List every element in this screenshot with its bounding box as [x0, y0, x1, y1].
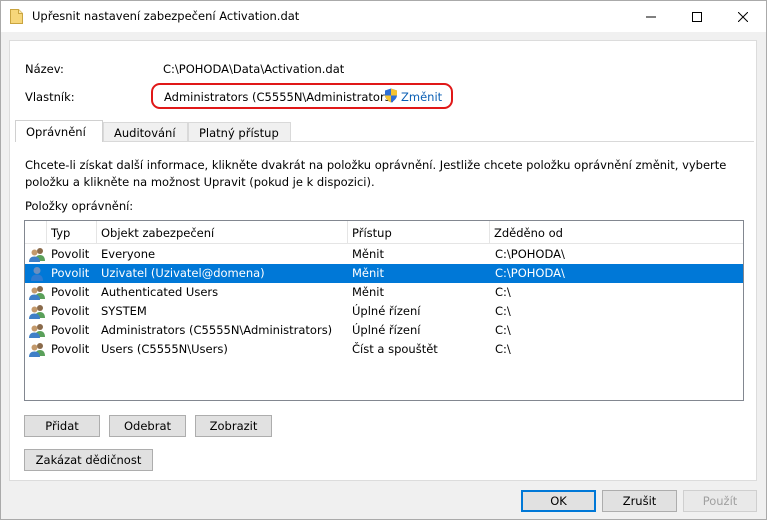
- cancel-button[interactable]: Zrušit: [602, 490, 677, 512]
- ok-button[interactable]: OK: [521, 490, 596, 512]
- tab-effective-access[interactable]: Platný přístup: [188, 122, 291, 142]
- row-inherited: C:\: [495, 304, 511, 318]
- row-type: Povolit: [51, 342, 90, 356]
- table-row[interactable]: Povolit Everyone Měnit C:\POHODA\: [25, 245, 743, 264]
- entries-label: Položky oprávnění:: [25, 199, 134, 213]
- group-icon: [29, 286, 45, 300]
- tab-permissions[interactable]: Oprávnění: [15, 120, 103, 142]
- close-icon: [738, 11, 748, 22]
- group-icon: [29, 305, 45, 319]
- tab-strip: Oprávnění Auditování Platný přístup: [15, 120, 291, 142]
- security-dialog: Upřesnit nastavení zabezpečení Activatio…: [0, 0, 767, 520]
- column-principal[interactable]: Objekt zabezpečení: [97, 221, 348, 244]
- row-type: Povolit: [51, 266, 90, 280]
- column-inherited[interactable]: Zděděno od: [490, 221, 743, 244]
- row-inherited: C:\: [495, 323, 511, 337]
- add-button[interactable]: Přidat: [24, 415, 100, 437]
- column-access-label: Přístup: [352, 225, 392, 240]
- column-principal-label: Objekt zabezpečení: [101, 225, 215, 240]
- view-button[interactable]: Zobrazit: [195, 415, 272, 437]
- row-access: Měnit: [352, 266, 384, 280]
- row-principal: Administrators (C5555N\Administrators): [101, 323, 333, 337]
- column-type[interactable]: Typ: [47, 221, 97, 244]
- row-type: Povolit: [51, 247, 90, 261]
- permission-entries-list[interactable]: Typ Objekt zabezpečení Přístup Zděděno o…: [24, 220, 744, 401]
- row-inherited: C:\POHODA\: [495, 247, 565, 261]
- group-icon: [29, 343, 45, 357]
- row-access: Měnit: [352, 285, 384, 299]
- title-bar[interactable]: Upřesnit nastavení zabezpečení Activatio…: [1, 1, 766, 32]
- table-row[interactable]: Povolit Uzivatel (Uzivatel@domena) Měnit C:…: [25, 264, 743, 283]
- row-type: Povolit: [51, 304, 90, 318]
- column-access[interactable]: Přístup: [348, 221, 490, 244]
- owner-value: Administrators (C5555N\Administrators): [164, 90, 396, 104]
- table-row[interactable]: Povolit Administrators (C5555N\Administra…: [25, 321, 743, 340]
- row-access: Úplné řízení: [352, 304, 421, 318]
- close-button[interactable]: [720, 1, 766, 32]
- row-access: Úplné řízení: [352, 323, 421, 337]
- row-principal: SYSTEM: [101, 304, 147, 318]
- name-value: C:\POHODA\Data\Activation.dat: [163, 62, 345, 76]
- row-principal: Authenticated Users: [101, 285, 219, 299]
- tab-auditing[interactable]: Auditování: [103, 122, 188, 142]
- row-principal: Everyone: [101, 247, 156, 261]
- group-icon: [29, 248, 45, 262]
- maximize-icon: [692, 11, 702, 22]
- minimize-button[interactable]: [628, 1, 674, 32]
- disable-inheritance-button[interactable]: Zakázat dědičnost: [24, 449, 153, 471]
- row-access: Měnit: [352, 247, 384, 261]
- user-icon: [31, 267, 43, 281]
- table-row[interactable]: Povolit SYSTEM Úplné řízení C:\: [25, 302, 743, 321]
- row-inherited: C:\: [495, 342, 511, 356]
- row-inherited: C:\POHODA\: [495, 266, 565, 280]
- row-inherited: C:\: [495, 285, 511, 299]
- shield-icon: [385, 88, 397, 103]
- row-type: Povolit: [51, 285, 90, 299]
- row-principal: Uzivatel (Uzivatel@domena): [101, 266, 265, 280]
- name-label: Název:: [25, 62, 64, 76]
- window-title: Upřesnit nastavení zabezpečení Activatio…: [32, 9, 300, 23]
- description-text: Chcete-li získat další informace, klikně…: [25, 158, 727, 189]
- row-type: Povolit: [51, 323, 90, 337]
- column-type-label: Typ: [51, 225, 71, 240]
- tab-divider: [15, 141, 754, 142]
- tab-label: Oprávnění: [26, 124, 86, 139]
- row-access: Číst a spouštět: [352, 342, 438, 356]
- remove-button[interactable]: Odebrat: [109, 415, 186, 437]
- maximize-button[interactable]: [674, 1, 720, 32]
- row-principal: Users (C5555N\Users): [101, 342, 228, 356]
- file-icon: [10, 9, 23, 24]
- owner-label: Vlastník:: [25, 90, 75, 104]
- minimize-icon: [646, 16, 656, 17]
- change-owner-link[interactable]: Změnit: [401, 90, 442, 104]
- tab-label: Auditování: [114, 125, 176, 140]
- apply-button[interactable]: Použít: [683, 490, 757, 512]
- tab-label: Platný přístup: [199, 125, 279, 140]
- table-row[interactable]: Povolit Users (C5555N\Users) Číst a spoušt…: [25, 340, 743, 359]
- table-row[interactable]: Povolit Authenticated Users Měnit C:\: [25, 283, 743, 302]
- column-inherited-label: Zděděno od: [494, 225, 563, 240]
- list-header: Typ Objekt zabezpečení Přístup Zděděno o…: [25, 221, 743, 244]
- group-icon: [29, 324, 45, 338]
- column-icon[interactable]: [25, 221, 47, 244]
